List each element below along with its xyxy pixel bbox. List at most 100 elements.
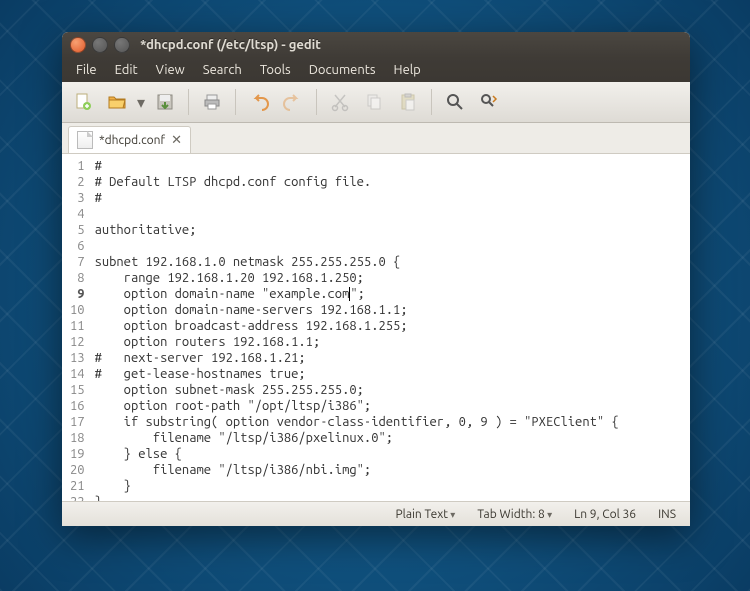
find-button[interactable] [440,87,470,117]
editor[interactable]: 12345678910111213141516171819202122 ## D… [62,154,690,501]
menubar: File Edit View Search Tools Documents He… [62,58,690,82]
code-line[interactable]: # get-lease-hostnames true; [95,366,619,382]
line-number: 5 [70,222,85,238]
maximize-icon[interactable] [114,37,130,53]
menu-search[interactable]: Search [195,61,250,79]
text-caret [349,287,350,301]
menu-help[interactable]: Help [386,61,429,79]
redo-icon [283,92,303,112]
code-line[interactable]: # next-server 192.168.1.21; [95,350,619,366]
insert-mode[interactable]: INS [658,508,676,521]
toolbar: ▾ [62,82,690,123]
cut-icon [330,92,350,112]
code-line[interactable]: # [95,158,619,174]
open-folder-icon [107,92,127,112]
syntax-dropdown[interactable]: Plain Text [395,508,455,521]
line-number: 2 [70,174,85,190]
new-file-icon [73,92,93,112]
tab-width-dropdown[interactable]: Tab Width: 8 [477,508,552,521]
code-line[interactable]: } [95,494,619,501]
toolbar-separator [431,89,432,115]
tab-label: *dhcpd.conf [99,134,165,147]
menu-edit[interactable]: Edit [107,61,146,79]
code-line[interactable]: range 192.168.1.20 192.168.1.250; [95,270,619,286]
cursor-position: Ln 9, Col 36 [574,508,636,521]
search-icon [445,92,465,112]
code-line[interactable]: authoritative; [95,222,619,238]
titlebar[interactable]: *dhcpd.conf (/etc/ltsp) - gedit [62,32,690,58]
window-title: *dhcpd.conf (/etc/ltsp) - gedit [140,38,321,52]
document-icon [77,131,93,149]
menu-view[interactable]: View [148,61,193,79]
minimize-icon[interactable] [92,37,108,53]
line-number: 14 [70,366,85,382]
menu-documents[interactable]: Documents [301,61,384,79]
paste-icon [398,92,418,112]
open-recent-dropdown[interactable]: ▾ [136,93,146,112]
open-file-button[interactable] [102,87,132,117]
line-number: 7 [70,254,85,270]
search-replace-icon [479,92,499,112]
print-button[interactable] [197,87,227,117]
print-icon [202,92,222,112]
code-line[interactable]: } [95,478,619,494]
line-number: 20 [70,462,85,478]
code-line[interactable] [95,206,619,222]
code-line[interactable]: filename "/ltsp/i386/nbi.img"; [95,462,619,478]
line-number: 1 [70,158,85,174]
line-number: 21 [70,478,85,494]
line-number: 15 [70,382,85,398]
toolbar-separator [316,89,317,115]
line-number: 10 [70,302,85,318]
code-line[interactable]: option broadcast-address 192.168.1.255; [95,318,619,334]
code-line[interactable] [95,238,619,254]
code-line[interactable]: option routers 192.168.1.1; [95,334,619,350]
paste-button[interactable] [393,87,423,117]
code-line[interactable]: option domain-name-servers 192.168.1.1; [95,302,619,318]
menu-tools[interactable]: Tools [252,61,299,79]
code-line[interactable]: if substring( option vendor-class-identi… [95,414,619,430]
line-number-gutter: 12345678910111213141516171819202122 [62,154,91,501]
code-area[interactable]: ## Default LTSP dhcpd.conf config file.#… [91,154,619,501]
desktop-background: *dhcpd.conf (/etc/ltsp) - gedit File Edi… [0,0,750,591]
redo-button[interactable] [278,87,308,117]
menu-file[interactable]: File [68,61,105,79]
line-number: 6 [70,238,85,254]
find-replace-button[interactable] [474,87,504,117]
line-number: 22 [70,494,85,501]
line-number: 13 [70,350,85,366]
new-file-button[interactable] [68,87,98,117]
code-line[interactable]: # [95,190,619,206]
code-line[interactable]: # Default LTSP dhcpd.conf config file. [95,174,619,190]
code-line[interactable]: subnet 192.168.1.0 netmask 255.255.255.0… [95,254,619,270]
tabbar: *dhcpd.conf ✕ [62,123,690,154]
close-tab-icon[interactable]: ✕ [171,133,182,148]
copy-icon [364,92,384,112]
line-number: 3 [70,190,85,206]
close-icon[interactable] [70,37,86,53]
toolbar-separator [188,89,189,115]
tab-file[interactable]: *dhcpd.conf ✕ [68,126,191,153]
line-number: 17 [70,414,85,430]
line-number: 4 [70,206,85,222]
code-line[interactable]: option domain-name "example.com"; [95,286,619,302]
line-number: 9 [70,286,85,302]
gedit-window: *dhcpd.conf (/etc/ltsp) - gedit File Edi… [62,32,690,526]
code-line[interactable]: } else { [95,446,619,462]
copy-button[interactable] [359,87,389,117]
code-line[interactable]: option root-path "/opt/ltsp/i386"; [95,398,619,414]
line-number: 12 [70,334,85,350]
code-line[interactable]: option subnet-mask 255.255.255.0; [95,382,619,398]
save-button[interactable] [150,87,180,117]
line-number: 18 [70,430,85,446]
line-number: 11 [70,318,85,334]
save-icon [155,92,175,112]
cut-button[interactable] [325,87,355,117]
undo-button[interactable] [244,87,274,117]
code-line[interactable]: filename "/ltsp/i386/pxelinux.0"; [95,430,619,446]
line-number: 16 [70,398,85,414]
line-number: 19 [70,446,85,462]
undo-icon [249,92,269,112]
toolbar-separator [235,89,236,115]
line-number: 8 [70,270,85,286]
